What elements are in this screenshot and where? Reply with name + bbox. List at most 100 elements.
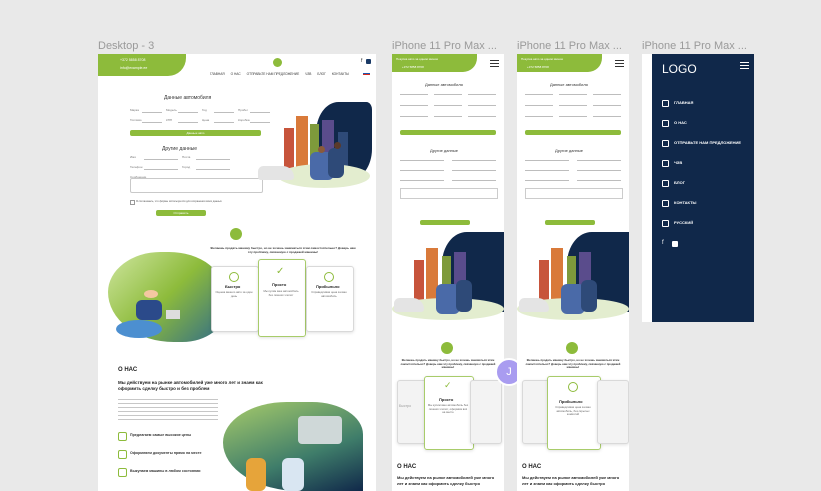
menu-item[interactable]: КОНТАКТЫ: [674, 200, 696, 205]
comment-textarea[interactable]: [400, 188, 498, 199]
phone-frame-1[interactable]: Покупка авто за одним звонок +372 5858 8…: [392, 54, 504, 491]
frame-label-desktop[interactable]: Desktop - 3: [98, 40, 154, 52]
car-field-input[interactable]: [593, 105, 621, 106]
phone-frame-2[interactable]: Покупка авто за одним звонок +372 5858 8…: [517, 54, 629, 491]
car-field-input[interactable]: [525, 105, 553, 106]
other-field-input[interactable]: [400, 180, 444, 181]
car-field-input[interactable]: [593, 94, 621, 95]
question-text: Желаешь продать машину быстро, но не хоч…: [525, 358, 621, 370]
car-field-input[interactable]: [559, 94, 587, 95]
car-field-label: Год: [202, 108, 207, 112]
nav-contacts[interactable]: КОНТАКТЫ: [332, 72, 349, 76]
submit-button[interactable]: [545, 220, 595, 225]
flag-icon[interactable]: [363, 72, 370, 75]
menu-icon[interactable]: [615, 58, 624, 69]
feature-text-simple: Мы купим ваш автомобиль без лишних хлопо…: [263, 289, 299, 297]
other-field-input[interactable]: [144, 169, 178, 170]
other-field-input[interactable]: [400, 170, 444, 171]
other-field-input[interactable]: [525, 180, 569, 181]
about-paragraph: [118, 396, 218, 422]
car-field-input[interactable]: [142, 112, 162, 113]
nav-home[interactable]: ГЛАВНАЯ: [210, 72, 225, 76]
other-field-input[interactable]: [525, 170, 569, 171]
other-field-input[interactable]: [196, 169, 230, 170]
menu-logo[interactable]: LOGO: [662, 62, 697, 76]
other-field-input[interactable]: [577, 170, 621, 171]
car-field-input[interactable]: [468, 116, 496, 117]
nav-offer[interactable]: ОТПРАВЬТЕ НАМ ПРЕДЛОЖЕНИЕ: [247, 72, 300, 76]
other-field-input[interactable]: [577, 160, 621, 161]
video-icon[interactable]: [366, 59, 371, 64]
nav-blog[interactable]: БЛОГ: [317, 72, 325, 76]
submit-button[interactable]: Отправить: [156, 210, 206, 216]
other-field-input[interactable]: [452, 160, 496, 161]
other-field-input[interactable]: [144, 159, 178, 160]
side-card-right[interactable]: [470, 380, 502, 444]
other-data-heading: Другие данные: [162, 146, 197, 152]
car-field-input[interactable]: [178, 122, 198, 123]
frame-label-phone-3[interactable]: iPhone 11 Pro Max ...: [642, 40, 747, 52]
car-field-input[interactable]: [468, 94, 496, 95]
menu-icon[interactable]: [740, 60, 749, 71]
other-field-input[interactable]: [525, 160, 569, 161]
car-field-input[interactable]: [434, 116, 462, 117]
car-field-input[interactable]: [593, 116, 621, 117]
car-field-input[interactable]: [434, 105, 462, 106]
clock-icon: [229, 272, 239, 282]
car-field-input[interactable]: [214, 112, 234, 113]
menu-item[interactable]: БЛОГ: [674, 180, 685, 185]
menu-item[interactable]: ОТПРАВЬТЕ НАМ ПРЕДЛОЖЕНИЕ: [674, 140, 741, 145]
facebook-icon[interactable]: f: [662, 240, 664, 246]
comment-textarea[interactable]: [525, 188, 623, 199]
car-field-input[interactable]: [250, 112, 270, 113]
other-field-input[interactable]: [577, 180, 621, 181]
comment-textarea[interactable]: [130, 178, 263, 193]
car-field-input[interactable]: [434, 94, 462, 95]
desktop-header: +372 5858 8708 info@example.ee f ГЛАВНАЯ…: [98, 54, 376, 76]
phone-number[interactable]: +372 5858 8708: [120, 58, 145, 62]
euro-icon: [324, 272, 334, 282]
nav-faq[interactable]: ЧЗВ: [305, 72, 311, 76]
car-data-button[interactable]: [400, 130, 496, 135]
desktop-frame[interactable]: +372 5858 8708 info@example.ee f ГЛАВНАЯ…: [98, 54, 376, 491]
side-card-right[interactable]: [597, 380, 629, 444]
other-field-input[interactable]: [452, 180, 496, 181]
car-field-input[interactable]: [250, 122, 270, 123]
about-person-2: [282, 458, 304, 491]
car-field-input[interactable]: [525, 94, 553, 95]
phone-number[interactable]: +372 5858 8708: [527, 65, 549, 69]
menu-item[interactable]: О НАС: [674, 120, 687, 125]
car-data-button[interactable]: Данные авто: [130, 130, 261, 136]
frame-label-phone-1[interactable]: iPhone 11 Pro Max ...: [392, 40, 497, 52]
car-field-input[interactable]: [142, 122, 162, 123]
other-field-input[interactable]: [452, 170, 496, 171]
car-field-input[interactable]: [400, 116, 428, 117]
menu-item[interactable]: ГЛАВНАЯ: [674, 100, 693, 105]
car-field-input[interactable]: [400, 105, 428, 106]
car-field-input[interactable]: [468, 105, 496, 106]
video-icon[interactable]: [672, 241, 678, 247]
menu-item[interactable]: РУССКИЙ: [674, 220, 693, 225]
menu-item[interactable]: ЧЗВ: [674, 160, 682, 165]
flag-icon: [662, 220, 669, 227]
car-field-input[interactable]: [214, 122, 234, 123]
phone-frame-3-menu[interactable]: LOGO ГЛАВНАЯ О НАС ОТПРАВЬТЕ НАМ ПРЕДЛОЖЕН…: [642, 54, 754, 322]
facebook-icon[interactable]: f: [361, 58, 362, 64]
car-data-heading: Данные автомобиля: [550, 82, 588, 87]
logo-icon[interactable]: [273, 58, 282, 67]
car-field-input[interactable]: [559, 116, 587, 117]
car-field-input[interactable]: [525, 116, 553, 117]
consent-checkbox[interactable]: [130, 200, 135, 205]
other-field-input[interactable]: [196, 159, 230, 160]
email-address[interactable]: info@example.ee: [120, 66, 147, 70]
submit-button[interactable]: [420, 220, 470, 225]
other-field-input[interactable]: [400, 160, 444, 161]
car-data-button[interactable]: [525, 130, 621, 135]
frame-label-phone-2[interactable]: iPhone 11 Pro Max ...: [517, 40, 622, 52]
phone-number[interactable]: +372 5858 8708: [402, 65, 424, 69]
menu-icon[interactable]: [490, 58, 499, 69]
car-field-input[interactable]: [178, 112, 198, 113]
nav-about[interactable]: О НАС: [231, 72, 241, 76]
car-field-input[interactable]: [400, 94, 428, 95]
car-field-input[interactable]: [559, 105, 587, 106]
